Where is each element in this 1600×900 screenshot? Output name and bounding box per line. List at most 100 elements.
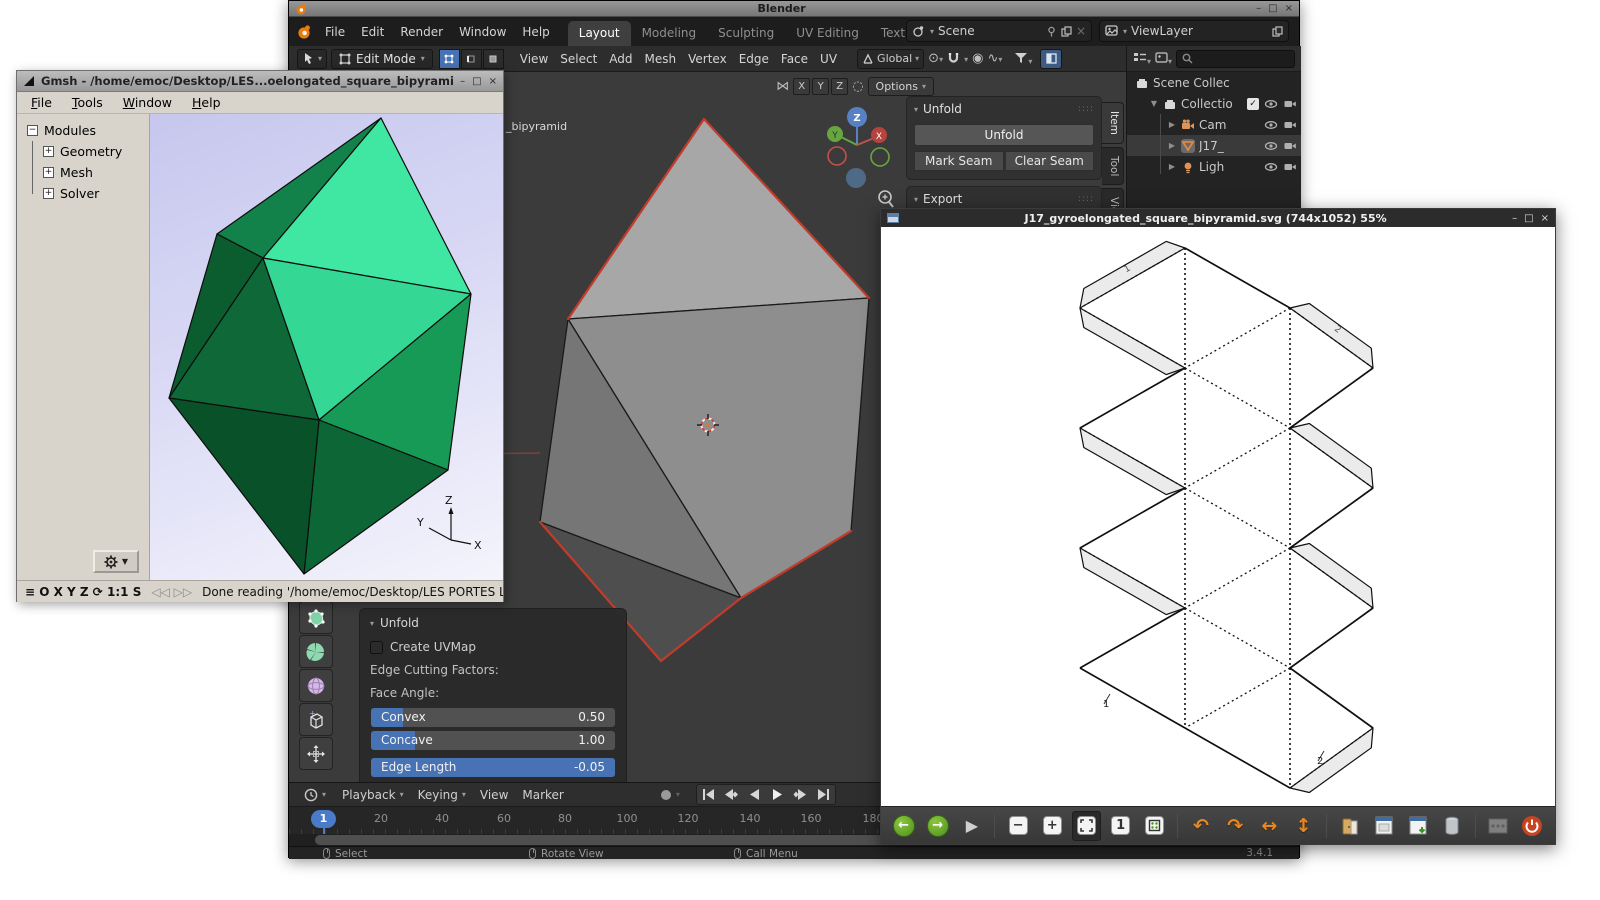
outliner-filter-dropdown[interactable]: ▾	[1155, 49, 1172, 68]
tree-label[interactable]: Mesh	[60, 165, 93, 180]
maximize-icon[interactable]: □	[1268, 3, 1277, 14]
timeline-menu-marker[interactable]: Marker	[515, 786, 570, 804]
collapse-icon[interactable]: ▾	[914, 105, 918, 114]
timeline-menu-keying[interactable]: Keying▾	[411, 786, 473, 804]
expand-box-icon[interactable]: +	[43, 188, 54, 199]
previous-keyframe-button[interactable]	[720, 785, 743, 804]
slider-edge-length[interactable]: Edge Length-0.05	[370, 757, 616, 778]
quit-button[interactable]	[1518, 811, 1547, 841]
viewport-menu-edge[interactable]: Edge	[733, 50, 775, 68]
falloff-dropdown[interactable]: ∿▾	[987, 51, 1002, 66]
unwrap-tool-button[interactable]	[299, 601, 333, 634]
workspace-tab-uv-editing[interactable]: UV Editing	[785, 21, 870, 46]
tree-item-solver[interactable]: + Solver	[17, 183, 149, 204]
viewport-menu-add[interactable]: Add	[603, 50, 638, 68]
expand-box-icon[interactable]: +	[43, 146, 54, 157]
next-keyframe-button[interactable]	[789, 785, 812, 804]
outliner-item-label[interactable]: Collectio	[1181, 97, 1243, 111]
active-tool-button[interactable]: ▾	[297, 49, 327, 69]
edge-select-button[interactable]	[461, 49, 482, 69]
save-as-button[interactable]	[1403, 811, 1432, 841]
auto-keying-button[interactable]: ▾	[659, 788, 680, 802]
fullscreen-button[interactable]	[1140, 811, 1169, 841]
create-uvmap-checkbox[interactable]	[370, 641, 383, 654]
timeline-menu-view[interactable]: View	[473, 786, 515, 804]
tree-label[interactable]: Solver	[60, 186, 99, 201]
disable-render-icon[interactable]	[1283, 139, 1297, 153]
viewport-menu-vertex[interactable]: Vertex	[682, 50, 733, 68]
workspace-tab-layout[interactable]: Layout	[568, 21, 631, 46]
viewport-menu-view[interactable]: View	[514, 50, 554, 68]
viewlayer-name[interactable]: ViewLayer	[1131, 24, 1268, 38]
gmsh-menu-window[interactable]: Window	[113, 93, 182, 112]
sidebar-tab-tool[interactable]: Tool	[1102, 147, 1124, 185]
outliner-row-collectio[interactable]: ▼Collectio✓	[1127, 93, 1301, 114]
blender-app-icon[interactable]	[295, 24, 313, 40]
unfold-button[interactable]: Unfold	[914, 124, 1094, 146]
open-file-button[interactable]	[1335, 811, 1364, 841]
menu-file[interactable]: File	[317, 22, 353, 42]
menu-window[interactable]: Window	[451, 22, 514, 42]
navigation-gizmo[interactable]: Z Y X	[827, 107, 889, 166]
viewlayer-selector[interactable]: ▾ ViewLayer	[1099, 20, 1289, 42]
sidebar-tab-item[interactable]: Item	[1102, 102, 1124, 144]
filter-dropdown[interactable]: ▾	[1014, 49, 1032, 68]
maximize-icon[interactable]: □	[1524, 213, 1533, 224]
collapse-box-icon[interactable]: −	[27, 125, 38, 136]
disable-render-icon[interactable]	[1283, 97, 1297, 111]
outliner-row-j17-[interactable]: ▶J17_	[1127, 135, 1301, 156]
flip-vertical-button[interactable]: ↕	[1289, 811, 1318, 841]
mirror-axis-z[interactable]: Z	[831, 78, 848, 95]
zoom-in-button[interactable]: +	[1038, 811, 1067, 841]
viewer-canvas[interactable]: 1212	[881, 227, 1555, 806]
tree-item-mesh[interactable]: +Mesh	[17, 162, 149, 183]
flip-horizontal-button[interactable]: ↔	[1255, 811, 1284, 841]
snap-magnet-icon[interactable]	[947, 49, 960, 68]
cube-add-tool-button[interactable]: +	[299, 703, 333, 736]
zoom-icon[interactable]	[879, 191, 893, 207]
outliner-item-label[interactable]: Ligh	[1199, 160, 1260, 174]
viewport-menu-mesh[interactable]: Mesh	[639, 50, 683, 68]
next-image-button[interactable]: →	[923, 811, 952, 841]
gmsh-menu-tools[interactable]: Tools	[62, 93, 113, 112]
gizmo-minus-x-axis[interactable]	[828, 147, 846, 165]
disclosure-icon[interactable]: ▶	[1167, 120, 1177, 129]
gallery-button[interactable]	[1484, 811, 1513, 841]
outliner-search-input[interactable]	[1176, 50, 1295, 68]
gmsh-viewport[interactable]: Z Y X	[150, 114, 503, 580]
zoom-out-button[interactable]: −	[1003, 811, 1032, 841]
previous-image-button[interactable]: ←	[889, 811, 918, 841]
normal-size-button[interactable]: 1	[1106, 811, 1135, 841]
fit-to-window-button[interactable]	[1072, 811, 1101, 841]
collapse-icon[interactable]: ▾	[914, 195, 918, 204]
face-select-button[interactable]	[483, 49, 504, 69]
current-frame-badge[interactable]: 1	[311, 810, 336, 828]
slideshow-button[interactable]: ▶	[957, 811, 986, 841]
proportional-editing-button[interactable]: ◉	[972, 51, 983, 66]
transform-orientation-dropdown[interactable]: Global ▾	[857, 49, 924, 69]
options-dropdown[interactable]: Options▾	[868, 77, 934, 96]
gmsh-menu-help[interactable]: Help	[182, 93, 231, 112]
viewport-menu-select[interactable]: Select	[554, 50, 603, 68]
workspace-tab-modeling[interactable]: Modeling	[631, 21, 708, 46]
tree-item-modules[interactable]: − Modules	[17, 120, 149, 141]
menu-help[interactable]: Help	[514, 22, 557, 42]
new-viewlayer-icon[interactable]	[1272, 26, 1283, 37]
hide-viewport-icon[interactable]	[1264, 160, 1278, 174]
close-icon[interactable]: ×	[1285, 3, 1293, 14]
slider-concave[interactable]: Concave1.00	[370, 730, 616, 751]
tree-label[interactable]: Geometry	[60, 144, 122, 159]
minimize-icon[interactable]: –	[460, 76, 465, 87]
close-icon[interactable]: ×	[1541, 213, 1549, 224]
snap-target-dropdown[interactable]: ▾	[964, 51, 968, 66]
hide-viewport-icon[interactable]	[1264, 118, 1278, 132]
xray-toggle[interactable]	[1040, 49, 1062, 69]
transform-tool-button[interactable]	[299, 737, 333, 770]
gmsh-options-button[interactable]: ▼	[93, 550, 139, 573]
timeline-editor-type-dropdown[interactable]: ▾	[297, 786, 333, 804]
viewport-menu-face[interactable]: Face	[775, 50, 814, 68]
rotate-left-button[interactable]: ↶	[1186, 811, 1215, 841]
export-panel-title[interactable]: Export	[923, 192, 962, 206]
gmsh-menu-file[interactable]: File	[21, 93, 62, 112]
jump-to-end-button[interactable]	[812, 785, 835, 804]
